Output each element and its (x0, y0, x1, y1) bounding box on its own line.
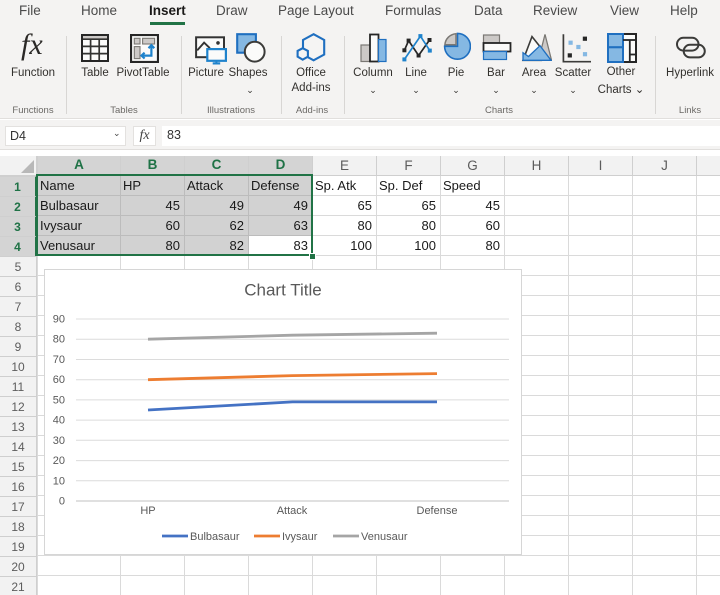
svg-text:90: 90 (53, 314, 65, 326)
svg-text:Venusaur: Venusaur (361, 531, 408, 543)
svg-text:20: 20 (53, 455, 65, 467)
svg-text:HP: HP (140, 505, 155, 517)
svg-text:60: 60 (53, 374, 65, 386)
svg-text:Bulbasaur: Bulbasaur (190, 531, 240, 543)
svg-text:Chart Title: Chart Title (244, 281, 321, 300)
svg-text:30: 30 (53, 435, 65, 447)
svg-text:10: 10 (53, 475, 65, 487)
svg-text:0: 0 (59, 496, 65, 508)
svg-text:70: 70 (53, 354, 65, 366)
svg-text:Attack: Attack (277, 505, 308, 517)
svg-text:Ivysaur: Ivysaur (282, 531, 318, 543)
svg-text:Defense: Defense (417, 505, 458, 517)
svg-text:50: 50 (53, 394, 65, 406)
svg-text:40: 40 (53, 415, 65, 427)
svg-text:80: 80 (53, 334, 65, 346)
